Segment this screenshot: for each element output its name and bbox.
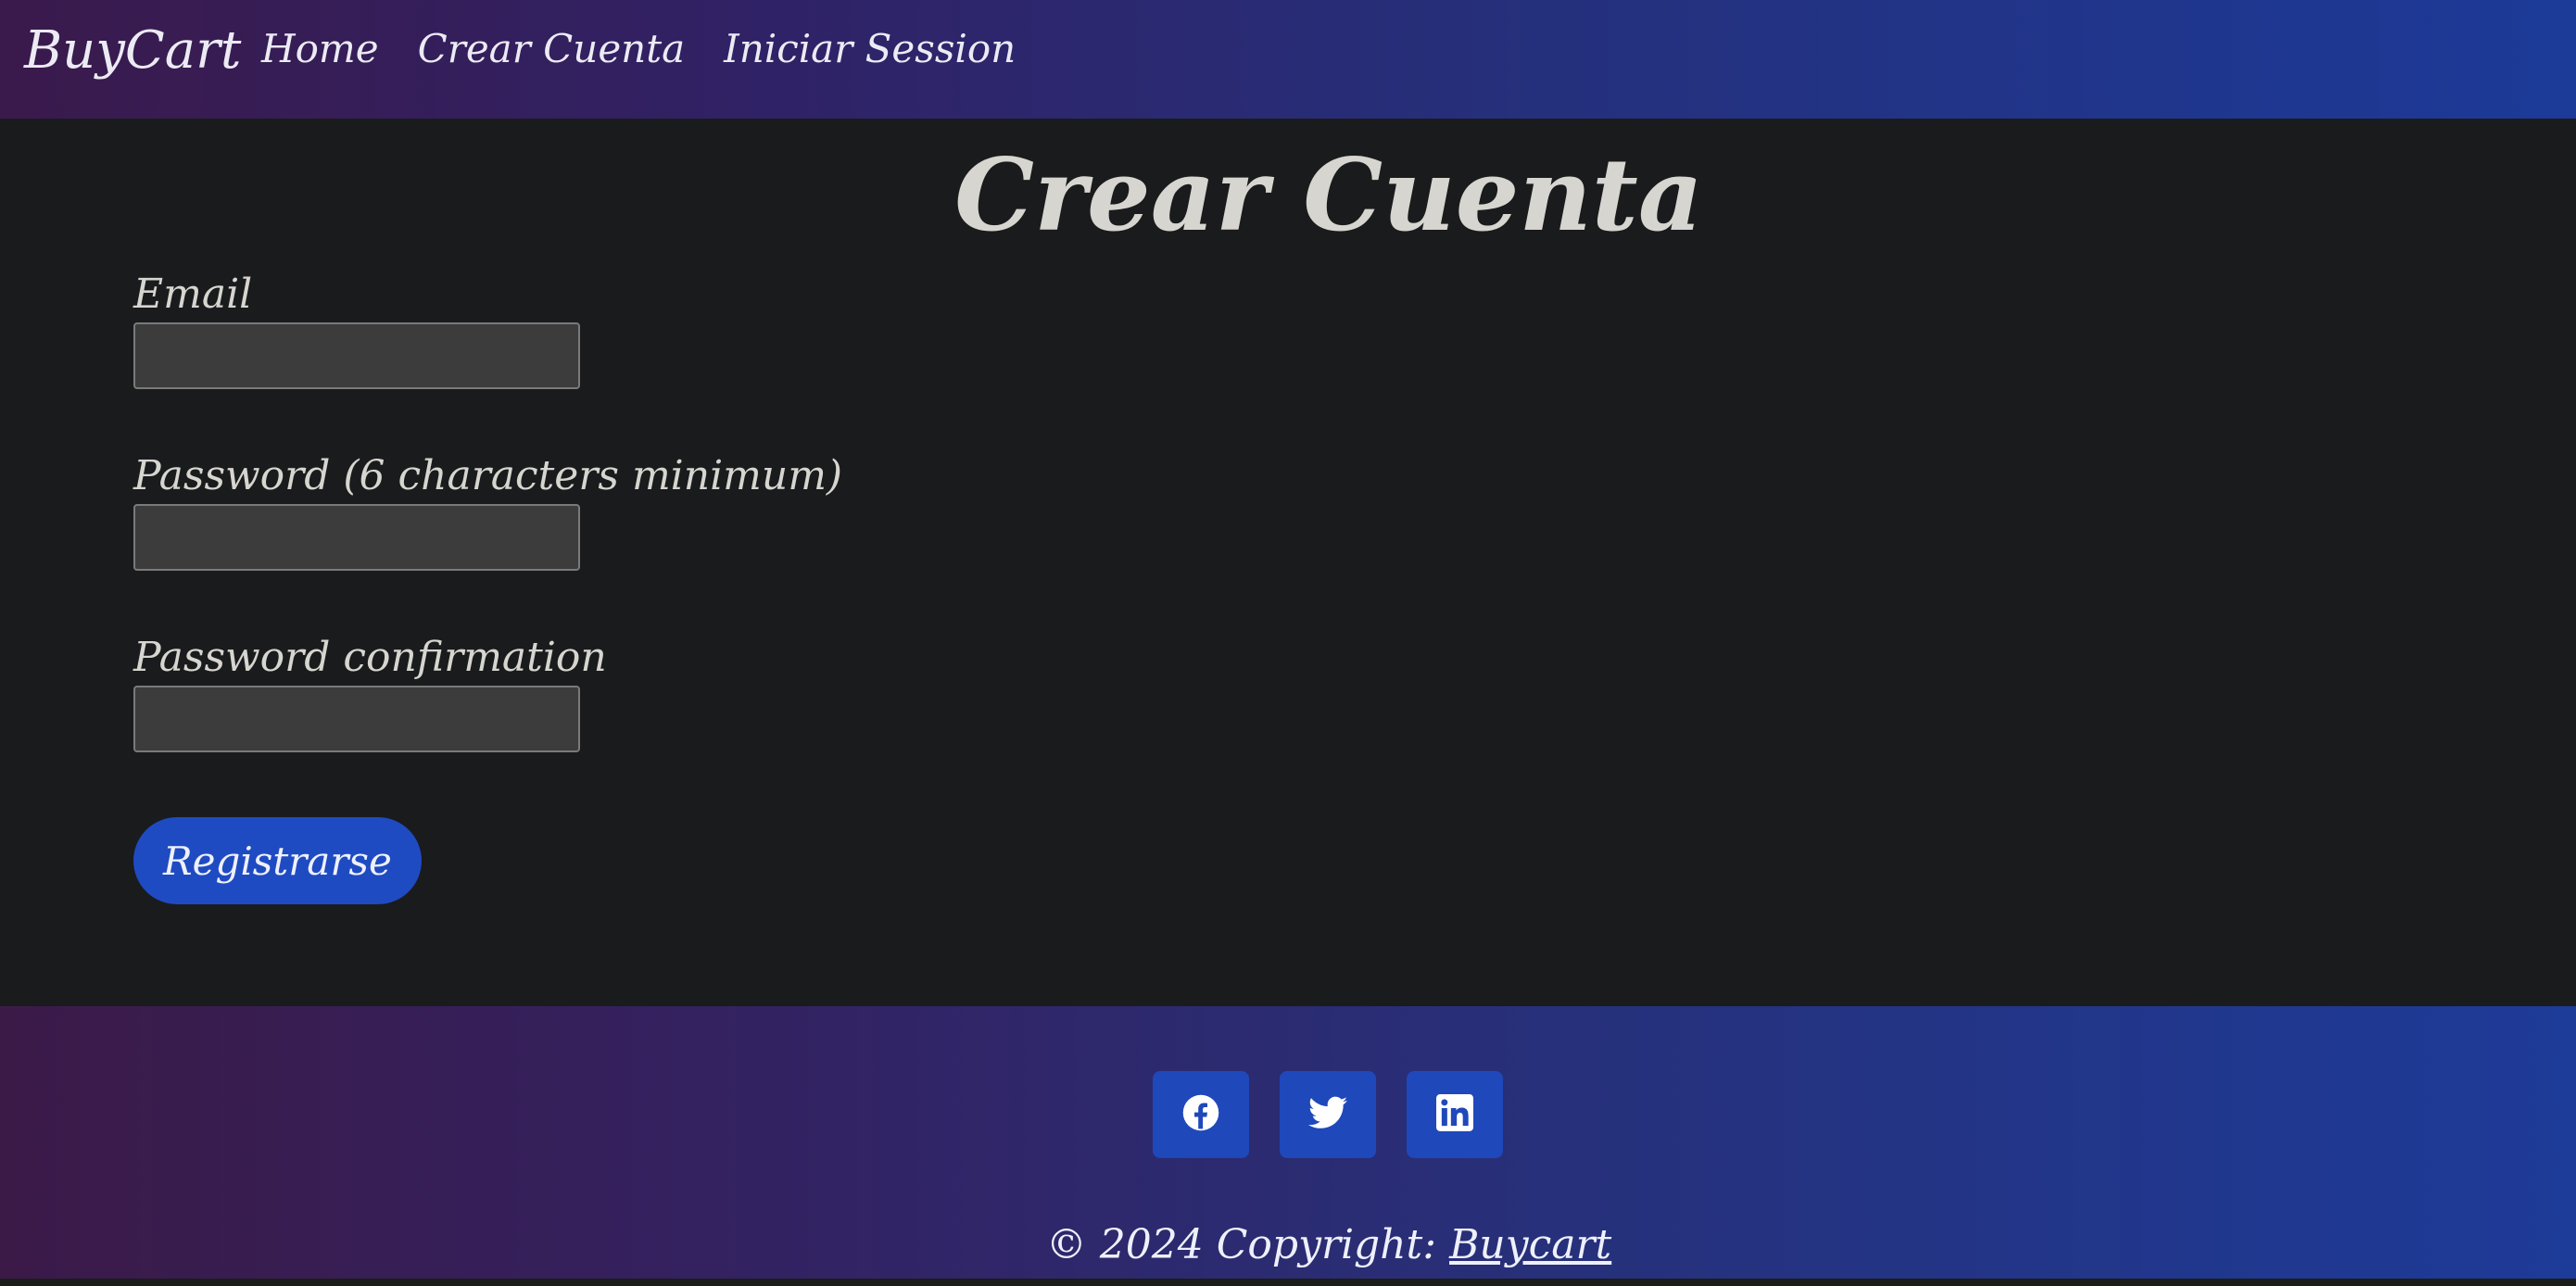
- main-content: Crear Cuenta Email Password (6 character…: [0, 119, 2576, 1006]
- email-field[interactable]: [133, 322, 580, 389]
- password-confirmation-label: Password confirmation: [133, 634, 607, 681]
- password-confirmation-field[interactable]: [133, 686, 580, 752]
- brand-logo[interactable]: BuyCart: [24, 20, 241, 81]
- nav-links: Home Crear Cuenta Iniciar Session: [261, 26, 1054, 71]
- email-label: Email: [133, 271, 253, 318]
- social-links: [1153, 1071, 1534, 1158]
- nav-link-home[interactable]: Home: [261, 26, 379, 71]
- facebook-button[interactable]: [1153, 1071, 1249, 1158]
- twitter-button[interactable]: [1280, 1071, 1376, 1158]
- footer-divider: [0, 1279, 2576, 1286]
- password-confirmation-field-group: Password confirmation: [133, 634, 842, 752]
- copyright-text: © 2024 Copyright:: [1045, 1221, 1437, 1268]
- password-field[interactable]: [133, 504, 580, 571]
- password-label: Password (6 characters minimum): [133, 452, 843, 499]
- nav-link-crear-cuenta[interactable]: Crear Cuenta: [418, 26, 686, 71]
- twitter-icon: [1308, 1096, 1347, 1133]
- nav-link-iniciar-session[interactable]: Iniciar Session: [724, 26, 1016, 71]
- copyright-link[interactable]: Buycart: [1449, 1221, 1611, 1268]
- linkedin-icon: [1436, 1094, 1473, 1135]
- page-title: Crear Cuenta: [954, 137, 1703, 254]
- footer: © 2024 Copyright: Buycart: [0, 1006, 2576, 1279]
- copyright: © 2024 Copyright: Buycart: [0, 1221, 2576, 1268]
- facebook-icon: [1181, 1093, 1220, 1136]
- signup-form: Email Password (6 characters minimum) Pa…: [133, 271, 842, 904]
- password-field-group: Password (6 characters minimum): [133, 452, 842, 571]
- navbar: BuyCart Home Crear Cuenta Iniciar Sessio…: [0, 0, 2576, 119]
- linkedin-button[interactable]: [1407, 1071, 1503, 1158]
- registrarse-button[interactable]: Registrarse: [133, 817, 422, 904]
- email-field-group: Email: [133, 271, 842, 389]
